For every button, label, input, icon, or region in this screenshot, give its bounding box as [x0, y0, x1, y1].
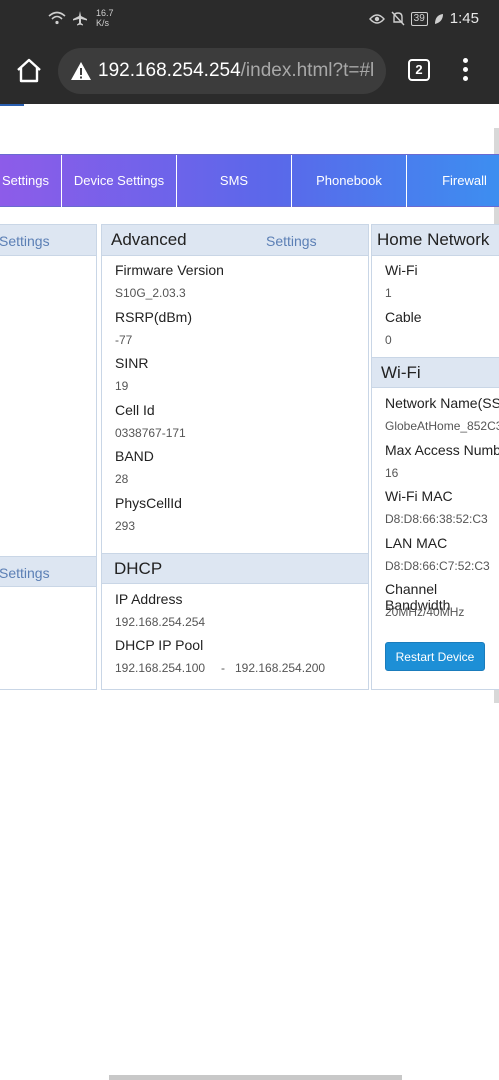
home-network-title: Home Network	[377, 230, 490, 249]
field-value: 0	[385, 333, 392, 347]
field-label: Wi-Fi	[385, 262, 418, 278]
leaf-icon	[434, 13, 443, 24]
field-value: -77	[115, 333, 133, 347]
field-label: Max Access Numb	[385, 442, 499, 458]
page-header	[0, 104, 499, 154]
field-value: 19	[115, 379, 129, 393]
tabs-icon[interactable]: 2	[408, 59, 430, 81]
home-network-head: Home Network	[372, 225, 499, 256]
eye-icon	[368, 13, 385, 24]
left-panel-head-2: Settings	[0, 556, 96, 587]
field-value: S10G_2.03.3	[115, 286, 186, 300]
advanced-head: Advanced Settings	[102, 225, 368, 256]
field-value: D8:D8:66:C7:52:C3	[385, 559, 490, 573]
field-label: Firmware Version	[115, 262, 224, 278]
advanced-panel: Advanced Settings Firmware Version S10G_…	[101, 224, 369, 690]
left-settings-link-1[interactable]: Settings	[0, 233, 50, 249]
logo-fragment	[0, 104, 24, 106]
gesture-bar[interactable]	[109, 1075, 402, 1080]
nav-firewall[interactable]: Firewall	[407, 155, 499, 207]
warning-icon[interactable]	[70, 60, 92, 82]
url-text[interactable]: 192.168.254.254/index.html?t=#l	[98, 60, 374, 82]
advanced-title: Advanced	[111, 230, 187, 249]
clock: 1:45	[449, 10, 479, 27]
airplane-icon	[73, 11, 87, 26]
wifi-icon	[48, 11, 66, 25]
field-value: 293	[115, 519, 136, 533]
dhcp-ip-value: 192.168.254.254	[115, 615, 206, 629]
battery-icon: 39	[410, 11, 428, 26]
field-label: BAND	[115, 448, 154, 464]
field-label: PhysCellId	[115, 495, 182, 511]
home-network-panel: Home Network Wi-Fi 1 Cable 0 Wi-Fi Netwo…	[371, 224, 499, 690]
field-value: 0338767-171	[115, 426, 186, 440]
field-label: Cell Id	[115, 402, 155, 418]
dhcp-ip-label: IP Address	[115, 591, 183, 607]
bell-off-icon	[391, 11, 405, 26]
home-button[interactable]	[14, 56, 44, 86]
field-label: SINR	[115, 355, 149, 371]
left-settings-link-2[interactable]: Settings	[0, 565, 50, 581]
advanced-settings-link[interactable]: Settings	[266, 233, 317, 249]
wifi-title: Wi-Fi	[381, 363, 421, 382]
dhcp-head: DHCP	[102, 553, 368, 584]
url-path: /index.html?t=#l	[240, 60, 375, 81]
left-panel: Settings Settings	[0, 224, 97, 690]
field-value: 20MHz/40MHz	[385, 605, 465, 619]
home-icon	[17, 58, 41, 83]
nav-sms[interactable]: SMS	[177, 155, 292, 207]
field-label: LAN MAC	[385, 535, 448, 551]
dhcp-pool-label: DHCP IP Pool	[115, 637, 204, 653]
speed-value: 16.7	[96, 8, 114, 18]
speed-unit: K/s	[96, 18, 110, 28]
address-bar[interactable]: 192.168.254.254/index.html?t=#l	[58, 48, 386, 94]
field-value: D8:D8:66:38:52:C3	[385, 512, 488, 526]
status-right: 39 1:45	[368, 10, 479, 27]
dhcp-pool-end: 192.168.254.200	[235, 661, 326, 675]
browser-toolbar: 192.168.254.254/index.html?t=#l 2	[0, 38, 499, 104]
network-speed: 16.7 K/s	[96, 8, 114, 28]
main-nav: Settings Device Settings SMS Phonebook F…	[0, 154, 499, 207]
left-panel-head: Settings	[0, 225, 96, 256]
nav-device-settings[interactable]: Device Settings	[62, 155, 177, 207]
field-label: Network Name(SS	[385, 395, 499, 411]
url-host: 192.168.254.254	[98, 60, 241, 81]
field-value: 28	[115, 472, 129, 486]
field-value: 16	[385, 466, 399, 480]
field-label: RSRP(dBm)	[115, 309, 193, 325]
menu-icon[interactable]	[457, 58, 473, 84]
dhcp-pool-start: 192.168.254.100	[115, 661, 206, 675]
field-label: Cable	[385, 309, 422, 325]
wifi-head: Wi-Fi	[372, 357, 499, 388]
dhcp-title: DHCP	[114, 559, 163, 578]
nav-phonebook[interactable]: Phonebook	[292, 155, 407, 207]
nav-settings[interactable]: Settings	[0, 155, 62, 207]
field-label: Wi-Fi MAC	[385, 488, 453, 504]
field-value: GlobeAtHome_852C3	[385, 419, 499, 433]
status-left: 16.7 K/s	[48, 8, 114, 28]
dhcp-pool-separator: -	[221, 661, 225, 675]
status-bar: 16.7 K/s 39 1:45	[0, 0, 499, 38]
field-value: 1	[385, 286, 392, 300]
restart-device-button[interactable]: Restart Device	[385, 642, 485, 671]
